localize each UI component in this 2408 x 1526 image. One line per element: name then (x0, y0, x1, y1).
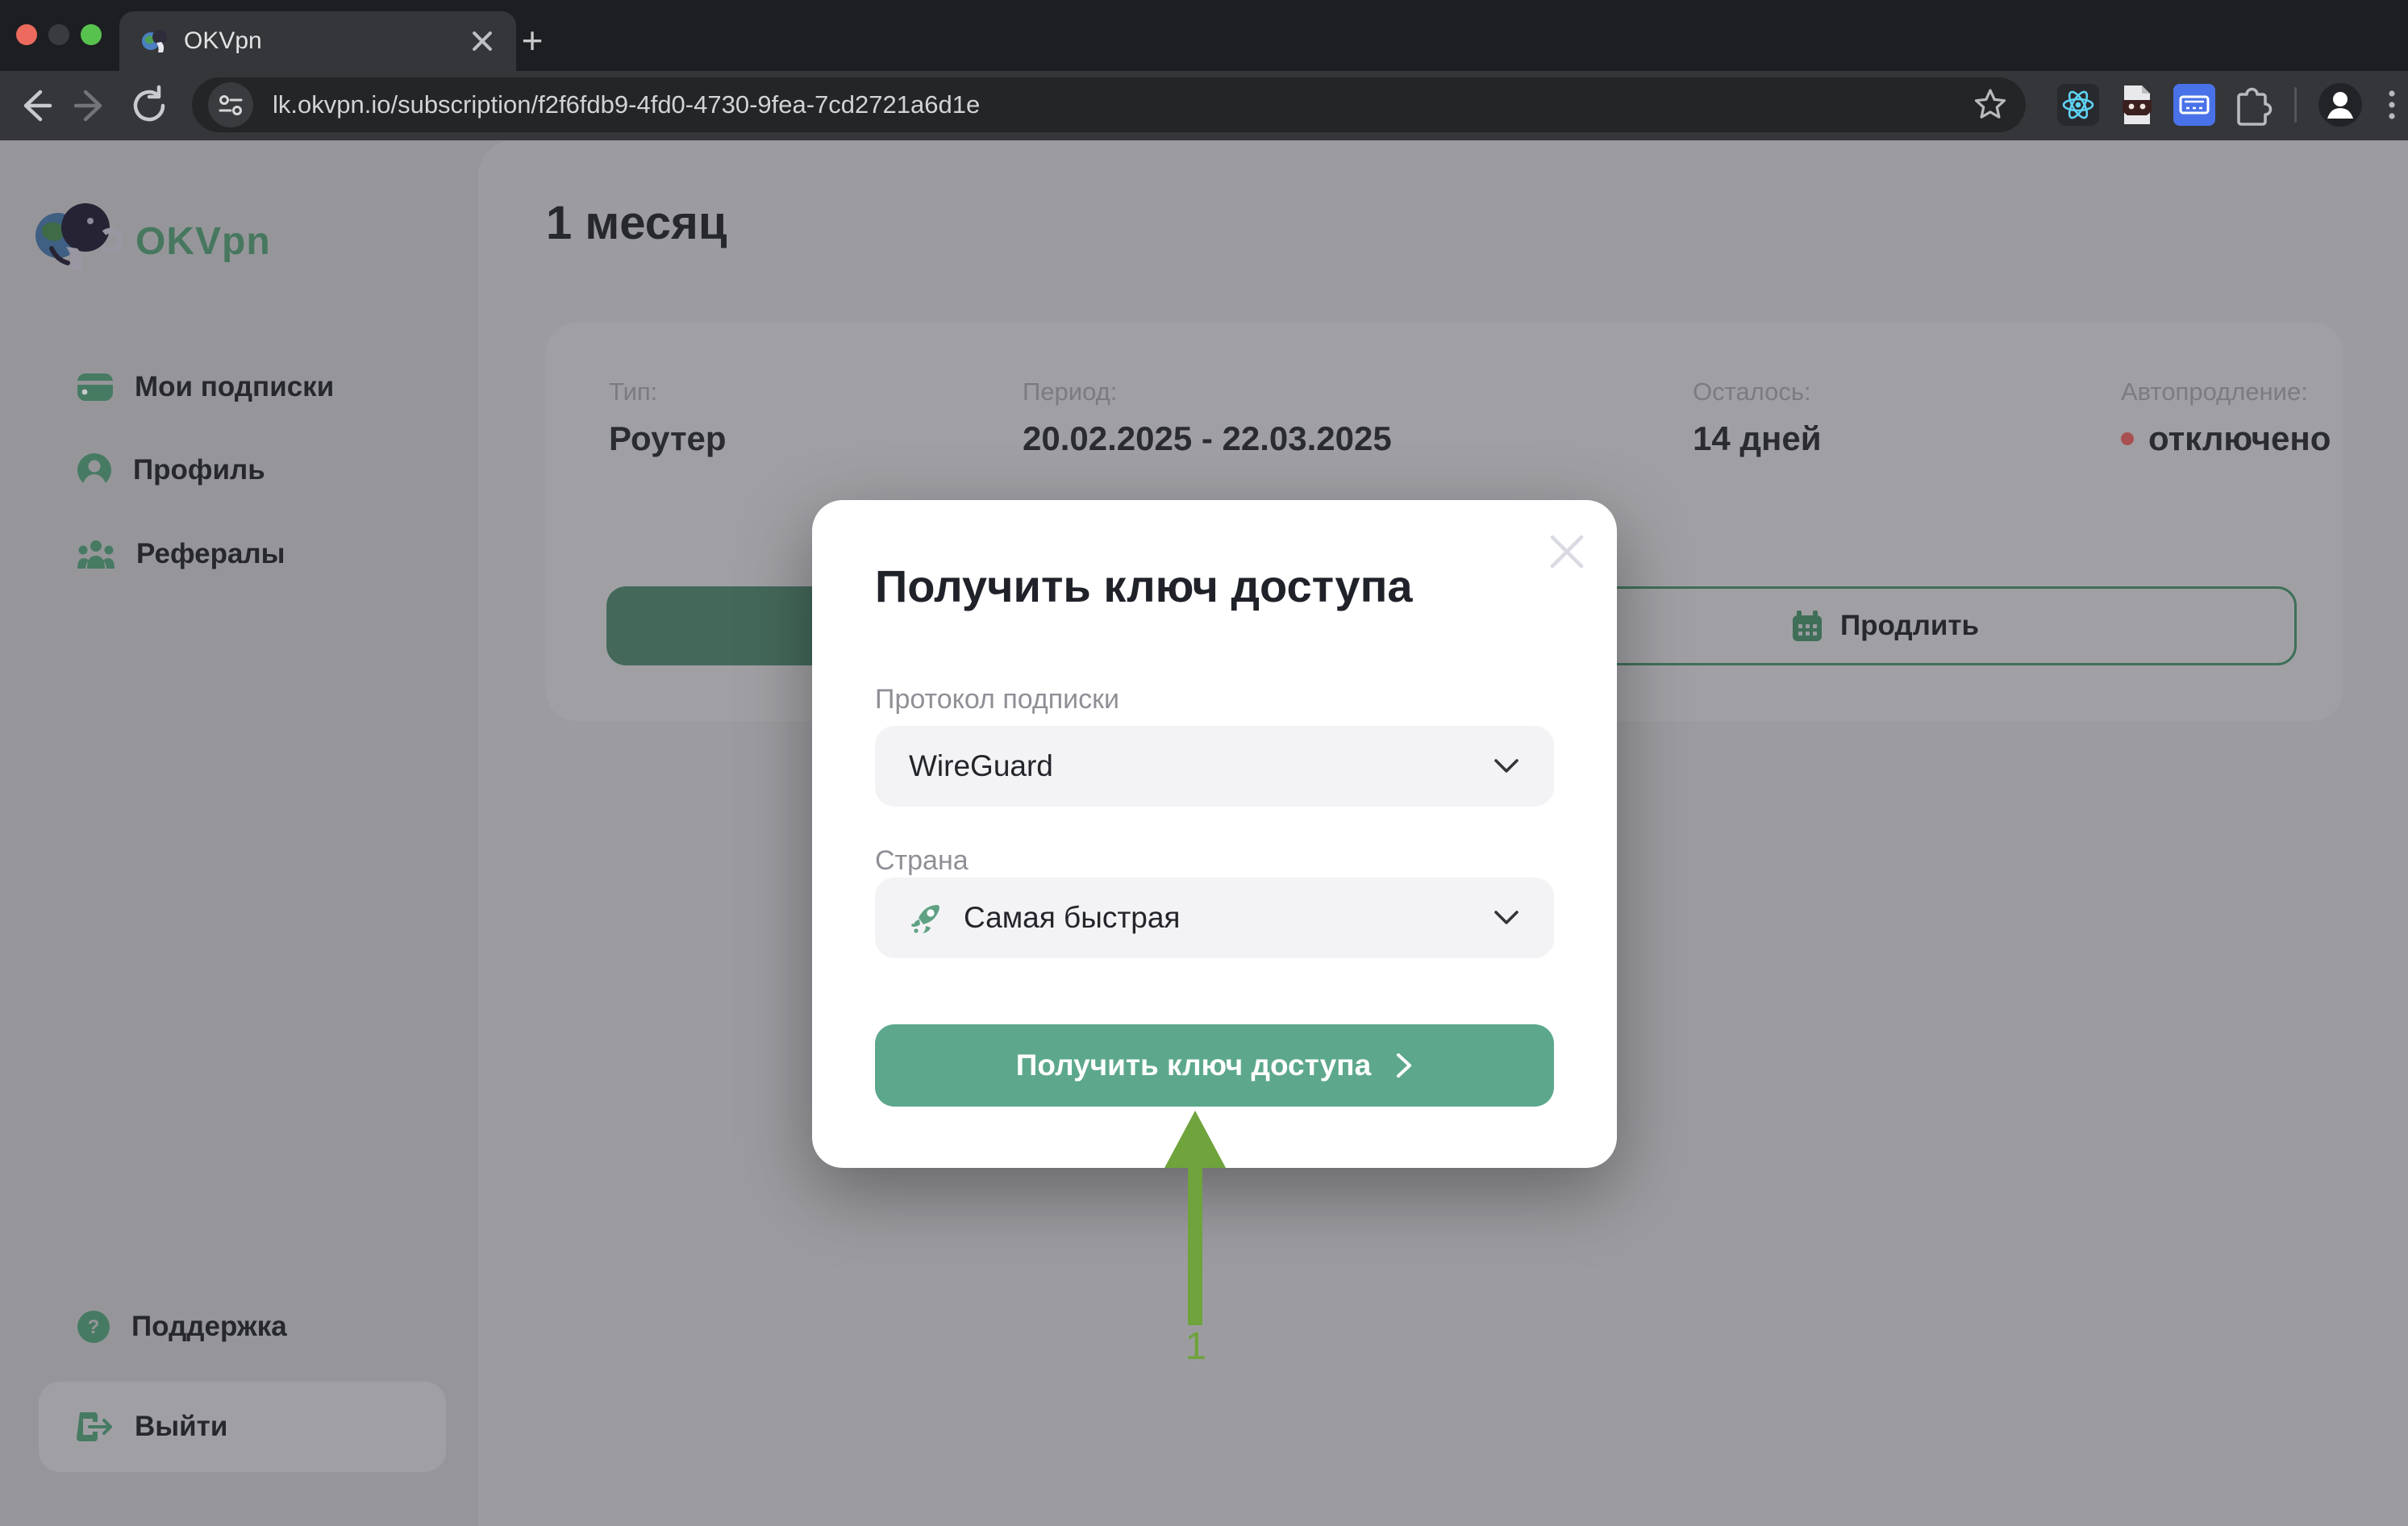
svg-text:?: ? (88, 1316, 100, 1338)
wallet-icon (77, 371, 114, 403)
sidebar-item-subscriptions[interactable]: Мои подписки (77, 358, 334, 416)
json-viewer-extension-icon[interactable] (2114, 82, 2159, 127)
modal-close-icon[interactable] (1544, 529, 1589, 574)
sidebar-item-profile[interactable]: Профиль (77, 441, 265, 499)
field-autorenew: Автопродление: отключено (2121, 377, 2331, 458)
reload-button[interactable] (127, 84, 171, 127)
browser-tab[interactable]: OKVpn (119, 11, 516, 71)
referrals-icon (77, 538, 115, 570)
url-text[interactable]: lk.okvpn.io/subscription/f2f6fdb9-4fd0-4… (273, 90, 1952, 119)
forward-button[interactable] (69, 84, 113, 127)
protocol-label: Протокол подписки (875, 684, 1119, 715)
window-close-button[interactable] (16, 24, 37, 45)
sidebar-item-label: Мои подписки (135, 371, 334, 403)
calendar-icon (1792, 610, 1823, 642)
modal-title: Получить ключ доступа (875, 560, 1413, 612)
logout-icon (77, 1411, 114, 1443)
extensions-puzzle-icon[interactable] (2230, 82, 2275, 127)
field-label: Тип: (609, 377, 727, 407)
site-settings-icon[interactable] (208, 82, 253, 127)
tab-title: OKVpn (184, 27, 456, 55)
toolbar-separator (2294, 87, 2297, 123)
extend-button-label: Продлить (1840, 610, 1979, 642)
bookmark-star-icon[interactable] (1971, 85, 2010, 124)
okvpn-logo-text: OKVpn (135, 219, 271, 264)
sidebar-item-label: Рефералы (136, 538, 285, 570)
react-devtools-extension-icon[interactable] (2056, 82, 2101, 127)
url-bar[interactable]: lk.okvpn.io/subscription/f2f6fdb9-4fd0-4… (192, 77, 2026, 132)
country-selected-value: Самая быстрая (964, 901, 1473, 935)
field-period: Период: 20.02.2025 - 22.03.2025 (1023, 377, 1392, 458)
country-label: Страна (875, 845, 969, 877)
get-access-key-submit-button[interactable]: Получить ключ доступа (875, 1024, 1554, 1107)
field-type: Тип: Роутер (609, 377, 727, 458)
rocket-icon (909, 900, 944, 936)
protocol-selected-value: WireGuard (909, 749, 1473, 783)
field-value: 14 дней (1693, 419, 1822, 458)
protocol-select[interactable]: WireGuard (875, 726, 1554, 807)
window-minimize-button[interactable] (48, 24, 69, 45)
field-value: 20.02.2025 - 22.03.2025 (1023, 419, 1392, 458)
okvpn-favicon-icon (140, 27, 169, 56)
chevron-right-icon (1395, 1052, 1413, 1079)
browser-tab-strip: OKVpn + (0, 0, 2408, 71)
field-value-wrap: отключено (2121, 419, 2331, 458)
get-access-key-modal: Получить ключ доступа Протокол подписки … (812, 500, 1617, 1168)
okvpn-logo-icon (27, 197, 124, 286)
field-remaining: Осталось: 14 дней (1693, 377, 1822, 458)
sidebar-item-logout-content[interactable]: Выйти (77, 1398, 227, 1456)
status-dot-icon (2121, 432, 2134, 445)
country-select[interactable]: Самая быстрая (875, 878, 1554, 958)
new-tab-button[interactable]: + (513, 21, 552, 60)
field-label: Осталось: (1693, 377, 1822, 407)
chevron-down-icon (1493, 757, 1520, 775)
sidebar-item-label: Поддержка (131, 1311, 287, 1343)
annotation-arrow-icon (1145, 1097, 1258, 1339)
chevron-down-icon (1493, 909, 1520, 927)
profile-icon (77, 452, 112, 488)
submit-button-label: Получить ключ доступа (1016, 1049, 1371, 1082)
field-label: Автопродление: (2121, 377, 2331, 407)
field-label: Период: (1023, 377, 1392, 407)
field-value: отключено (2148, 419, 2331, 458)
back-button[interactable] (13, 84, 56, 127)
field-value: Роутер (609, 419, 727, 458)
page-title: 1 месяц (546, 196, 727, 250)
sidebar-item-label: Профиль (133, 454, 265, 486)
sidebar-item-support[interactable]: ? Поддержка (77, 1298, 287, 1356)
sidebar-item-referrals[interactable]: Рефералы (77, 525, 285, 583)
profile-avatar-icon[interactable] (2318, 82, 2363, 127)
help-icon: ? (77, 1310, 110, 1344)
tab-close-icon[interactable] (471, 29, 495, 53)
window-zoom-button[interactable] (81, 24, 102, 45)
keyboard-extension-icon[interactable] (2172, 82, 2217, 127)
screenshot-root: OKVpn + lk.okvpn.io/subscription/f2f6fdb… (0, 0, 2408, 1526)
okvpn-logo[interactable]: OKVpn (27, 197, 271, 286)
sidebar-item-label: Выйти (135, 1411, 227, 1443)
annotation-step-number: 1 (1168, 1324, 1224, 1369)
browser-menu-icon[interactable] (2369, 82, 2408, 127)
